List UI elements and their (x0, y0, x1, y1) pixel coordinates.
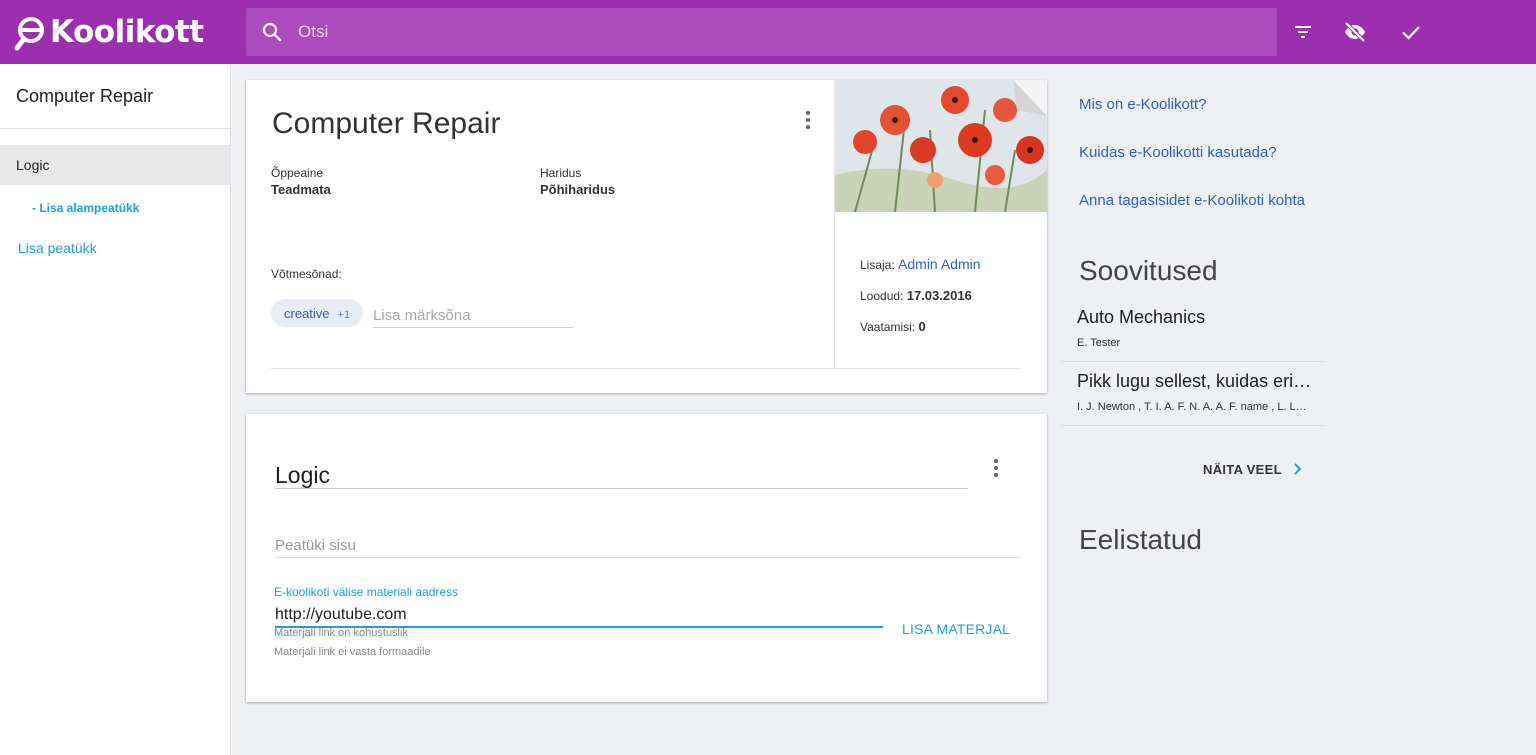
add-subchapter-link[interactable]: - Lisa alampeatükk (32, 201, 139, 215)
material-url-input[interactable] (275, 604, 883, 628)
education-label: Haridus (540, 166, 582, 180)
sidebar-divider (0, 128, 230, 129)
keyword-more-count[interactable]: +1 (338, 309, 351, 321)
recommendation-title[interactable]: Pikk lugu sellest, kuidas erinevad asjad… (1077, 371, 1317, 392)
recommendation-divider (1061, 361, 1324, 362)
hint-required: Materjali link on kohustuslik (274, 627, 408, 639)
added-by-label: Lisaja: (860, 258, 895, 272)
logo-text: Koolikott (50, 14, 204, 50)
logo[interactable]: Koolikott (14, 12, 204, 52)
more-vert-icon[interactable] (986, 456, 1006, 480)
subject-value: Teadmata (271, 182, 331, 197)
add-chapter-link[interactable]: Lisa peatükk (18, 240, 97, 256)
logo-e-icon (14, 17, 44, 51)
link-how-to-use[interactable]: Kuidas e-Koolikotti kasutada? (1079, 144, 1277, 161)
filter-icon[interactable] (1291, 20, 1315, 44)
keyword-chip-label: creative (284, 306, 330, 321)
search-input[interactable] (298, 22, 1198, 42)
recommendation-authors: I. J. Newton , T. I. A. F. N. A. A. F. n… (1077, 401, 1309, 413)
views-value: 0 (918, 319, 926, 334)
chapter-title-underline (275, 488, 968, 489)
poppy-painting-image (835, 80, 1047, 212)
subject-label: Õppeaine (271, 166, 324, 180)
favorites-heading: Eelistatud (1079, 524, 1202, 555)
more-vert-icon[interactable] (798, 108, 818, 132)
chapter-card: Logic E-koolikoti välise materiali aadre… (246, 414, 1047, 702)
keyword-input[interactable] (373, 304, 573, 328)
views-label: Vaatamisi: (860, 320, 916, 334)
recommendations-heading: Soovitused (1079, 255, 1218, 286)
hint-format: Materjali link ei vasta formaadile (274, 646, 431, 658)
added-by-row: Lisaja: Admin Admin (860, 256, 981, 272)
material-title: Computer Repair (272, 107, 501, 140)
show-more-label: NÄITA VEEL (1203, 461, 1282, 477)
created-label: Loodud: (860, 289, 904, 303)
check-icon[interactable] (1399, 20, 1423, 44)
added-by-link[interactable]: Admin Admin (898, 256, 980, 272)
material-thumbnail[interactable] (835, 80, 1047, 212)
keywords-label: Võtmesõnad: (271, 267, 342, 281)
sidebar: Computer Repair Logic - Lisa alampeatükk… (0, 64, 231, 755)
link-what-is[interactable]: Mis on e-Koolikott? (1079, 96, 1207, 113)
top-app-bar: Koolikott (0, 0, 1536, 64)
card-divider (271, 368, 1021, 369)
education-value: Põhiharidus (540, 182, 616, 197)
chapter-title[interactable]: Logic (275, 462, 330, 489)
add-material-button[interactable]: LISA MATERJAL (902, 621, 1010, 637)
chapter-content-input[interactable] (275, 534, 1020, 558)
chevron-right-icon (1294, 463, 1302, 475)
recommendation-divider (1061, 425, 1324, 426)
views-row: Vaatamisi: 0 (860, 319, 926, 334)
material-card: Computer Repair Õppeaine Teadmata Haridu… (246, 80, 1047, 393)
recommendation-authors: E. Tester (1077, 337, 1121, 349)
created-value: 17.03.2016 (906, 288, 972, 303)
visibility-off-icon[interactable] (1343, 20, 1367, 44)
sidebar-item-logic[interactable]: Logic (0, 145, 230, 185)
sidebar-title[interactable]: Computer Repair (16, 86, 153, 107)
recommendation-title[interactable]: Auto Mechanics (1077, 307, 1317, 328)
url-field-label: E-koolikoti välise materiali aadress (274, 585, 459, 599)
link-feedback[interactable]: Anna tagasisidet e-Koolikoti kohta (1079, 192, 1305, 209)
search-icon (262, 22, 282, 42)
sidebar-item-label: Logic (16, 157, 50, 173)
keyword-chip[interactable]: creative +1 (271, 299, 363, 327)
created-row: Loodud: 17.03.2016 (860, 288, 972, 303)
search-bar[interactable] (246, 8, 1277, 56)
show-more-button[interactable]: NÄITA VEEL (1203, 461, 1306, 477)
